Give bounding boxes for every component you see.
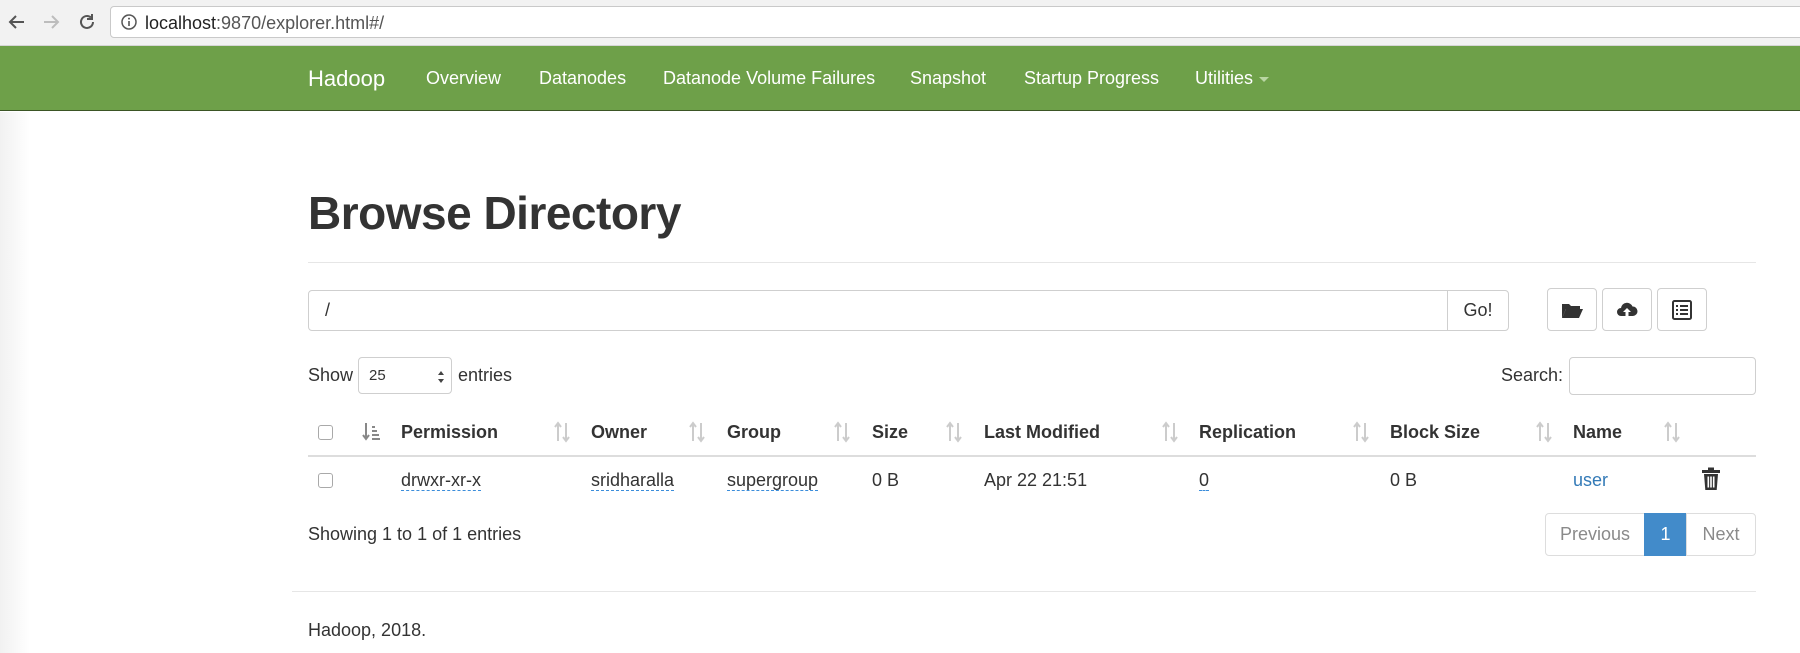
trash-icon[interactable]: [1700, 467, 1722, 491]
upload-files-button[interactable]: [1602, 288, 1652, 331]
cell-name-link[interactable]: user: [1573, 470, 1608, 491]
url-path: :9870/explorer.html#/: [216, 13, 385, 33]
sort-icon[interactable]: [1535, 421, 1553, 443]
cell-replication[interactable]: 0: [1199, 470, 1210, 491]
col-header-group[interactable]: Group: [727, 422, 781, 443]
entries-select-value: 25: [369, 367, 386, 384]
top-navbar: Hadoop Overview Datanodes Datanode Volum…: [0, 46, 1800, 111]
nav-datanodes[interactable]: Datanodes: [539, 68, 626, 89]
col-header-owner[interactable]: Owner: [591, 422, 647, 443]
cell-permission[interactable]: drwxr-xr-x: [401, 470, 481, 491]
search-input[interactable]: [1569, 357, 1756, 395]
col-header-name[interactable]: Name: [1573, 422, 1622, 443]
sort-icon[interactable]: [945, 421, 963, 443]
search-label: Search:: [1501, 365, 1564, 385]
cell-owner[interactable]: sridharalla: [591, 470, 675, 491]
page-title: Browse Directory: [308, 187, 681, 239]
nav-snapshot[interactable]: Snapshot: [910, 68, 986, 89]
title-divider: [308, 262, 1756, 263]
directory-path-input[interactable]: [308, 290, 1448, 331]
previous-page-button[interactable]: Previous: [1545, 513, 1645, 556]
nav-startup-progress[interactable]: Startup Progress: [1024, 68, 1159, 89]
entries-summary: Showing 1 to 1 of 1 entries: [308, 524, 522, 544]
col-header-last-modified[interactable]: Last Modified: [984, 422, 1100, 443]
nav-overview[interactable]: Overview: [426, 68, 501, 89]
col-header-permission[interactable]: Permission: [401, 422, 498, 443]
show-label: Show: [308, 365, 354, 385]
go-button[interactable]: Go!: [1447, 290, 1509, 331]
table-header-divider: [308, 455, 1756, 457]
browser-toolbar: localhost:9870/explorer.html#/: [0, 0, 1800, 46]
reload-icon[interactable]: [74, 9, 100, 35]
sort-icon[interactable]: [1663, 421, 1681, 443]
next-page-button[interactable]: Next: [1686, 513, 1756, 556]
sort-icon[interactable]: [553, 421, 571, 443]
url-host: localhost: [145, 13, 217, 33]
cloud-upload-icon: [1617, 302, 1638, 316]
col-header-replication[interactable]: Replication: [1199, 422, 1296, 443]
sort-icon[interactable]: [1161, 421, 1179, 443]
forward-icon[interactable]: [38, 9, 64, 35]
sort-icon[interactable]: [688, 421, 706, 443]
footer-divider: [292, 591, 1756, 592]
cut-paste-button[interactable]: [1657, 288, 1707, 331]
sort-asc-icon[interactable]: [362, 421, 380, 443]
brand-link[interactable]: Hadoop: [308, 66, 385, 92]
cell-group[interactable]: supergroup: [727, 470, 819, 491]
nav-datanode-volume-failures[interactable]: Datanode Volume Failures: [663, 68, 875, 89]
address-bar[interactable]: localhost:9870/explorer.html#/: [110, 6, 1800, 38]
page-edge-shade: [0, 112, 30, 653]
col-header-size[interactable]: Size: [872, 422, 908, 443]
back-icon[interactable]: [4, 9, 30, 35]
footer-text: Hadoop, 2018.: [308, 620, 427, 640]
entries-label: entries: [458, 365, 513, 385]
create-directory-button[interactable]: [1547, 288, 1597, 331]
sort-icon[interactable]: [833, 421, 851, 443]
cell-last-modified: Apr 22 21:51: [984, 470, 1088, 490]
col-header-block-size[interactable]: Block Size: [1390, 422, 1480, 443]
row-checkbox[interactable]: [318, 473, 333, 488]
cell-block-size: 0 B: [1390, 470, 1418, 490]
entries-per-page-select[interactable]: 25: [358, 357, 452, 394]
info-icon[interactable]: [121, 14, 137, 30]
list-alt-icon: [1672, 299, 1692, 320]
select-all-checkbox[interactable]: [318, 425, 333, 440]
chevron-down-icon: [1259, 76, 1270, 82]
folder-open-icon: [1562, 303, 1583, 318]
url-text: localhost:9870/explorer.html#/: [145, 13, 384, 34]
nav-utilities-label: Utilities: [1195, 68, 1254, 88]
select-arrows-icon: [438, 371, 444, 383]
sort-icon[interactable]: [1352, 421, 1370, 443]
page-1-button[interactable]: 1: [1644, 513, 1687, 556]
nav-utilities[interactable]: Utilities: [1195, 68, 1270, 89]
cell-size: 0 B: [872, 470, 900, 490]
